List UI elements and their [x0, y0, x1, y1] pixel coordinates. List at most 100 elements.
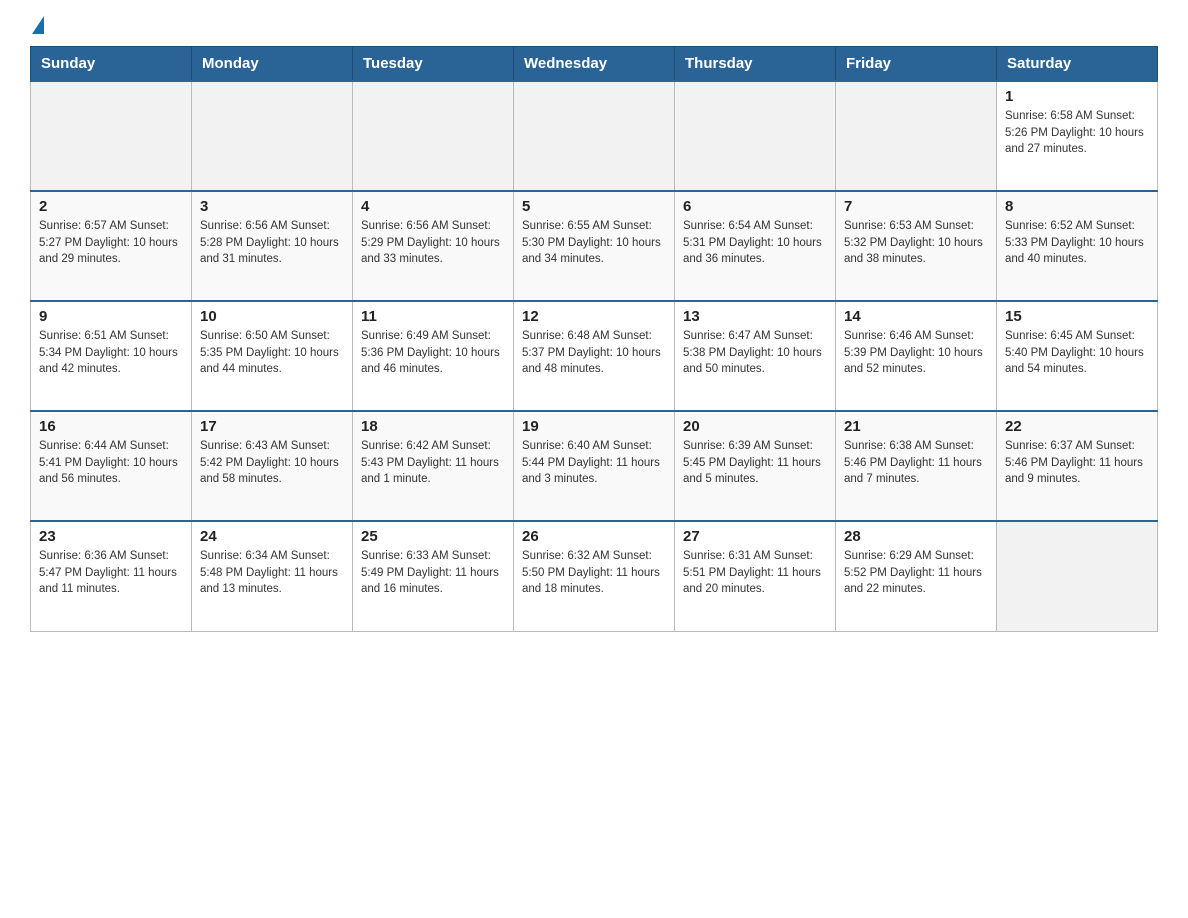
- day-info: Sunrise: 6:33 AM Sunset: 5:49 PM Dayligh…: [361, 548, 505, 598]
- calendar-cell: 2Sunrise: 6:57 AM Sunset: 5:27 PM Daylig…: [31, 191, 192, 301]
- day-number: 23: [39, 528, 183, 545]
- weekday-header-wednesday: Wednesday: [514, 47, 675, 82]
- calendar-cell: [836, 81, 997, 191]
- calendar-table: SundayMondayTuesdayWednesdayThursdayFrid…: [30, 46, 1158, 632]
- weekday-header-monday: Monday: [192, 47, 353, 82]
- calendar-cell: 11 Sunrise: 6:49 AM Sunset: 5:36 PM Dayli…: [353, 301, 514, 411]
- day-number: 18: [361, 418, 505, 435]
- calendar-cell: 28 Sunrise: 6:29 AM Sunset: 5:52 PM Dayli…: [836, 521, 997, 631]
- day-info: Sunrise: 6:58 AM Sunset: 5:26 PM Dayligh…: [1005, 108, 1149, 158]
- week-row-3: 9 Sunrise: 6:51 AM Sunset: 5:34 PM Daylig…: [31, 301, 1158, 411]
- day-number: 27: [683, 528, 827, 545]
- day-number: 5: [522, 198, 666, 215]
- day-number: 12: [522, 308, 666, 325]
- calendar-cell: 1 Sunrise: 6:58 AM Sunset: 5:26 PM Daylig…: [997, 81, 1158, 191]
- calendar-cell: 20 Sunrise: 6:39 AM Sunset: 5:45 PM Dayli…: [675, 411, 836, 521]
- weekday-header-sunday: Sunday: [31, 47, 192, 82]
- day-number: 3: [200, 198, 344, 215]
- day-number: 19: [522, 418, 666, 435]
- day-number: 6: [683, 198, 827, 215]
- day-info: Sunrise: 6:54 AM Sunset: 5:31 PM Dayligh…: [683, 218, 827, 268]
- day-number: 11: [361, 308, 505, 325]
- day-info: Sunrise: 6:34 AM Sunset: 5:48 PM Dayligh…: [200, 548, 344, 598]
- day-info: Sunrise: 6:37 AM Sunset: 5:46 PM Dayligh…: [1005, 438, 1149, 488]
- calendar-cell: 5 Sunrise: 6:55 AM Sunset: 5:30 PM Daylig…: [514, 191, 675, 301]
- day-info: Sunrise: 6:38 AM Sunset: 5:46 PM Dayligh…: [844, 438, 988, 488]
- calendar-cell: [675, 81, 836, 191]
- day-info: Sunrise: 6:56 AM Sunset: 5:29 PM Dayligh…: [361, 218, 505, 268]
- day-info: Sunrise: 6:47 AM Sunset: 5:38 PM Dayligh…: [683, 328, 827, 378]
- calendar-cell: 17 Sunrise: 6:43 AM Sunset: 5:42 PM Dayli…: [192, 411, 353, 521]
- day-number: 7: [844, 198, 988, 215]
- day-info: Sunrise: 6:39 AM Sunset: 5:45 PM Dayligh…: [683, 438, 827, 488]
- calendar-cell: [31, 81, 192, 191]
- page-header: [30, 20, 1158, 30]
- calendar-cell: 21 Sunrise: 6:38 AM Sunset: 5:46 PM Dayli…: [836, 411, 997, 521]
- calendar-cell: 19 Sunrise: 6:40 AM Sunset: 5:44 PM Dayli…: [514, 411, 675, 521]
- day-number: 16: [39, 418, 183, 435]
- day-info: Sunrise: 6:44 AM Sunset: 5:41 PM Dayligh…: [39, 438, 183, 488]
- day-info: Sunrise: 6:53 AM Sunset: 5:32 PM Dayligh…: [844, 218, 988, 268]
- day-number: 26: [522, 528, 666, 545]
- calendar-cell: 8Sunrise: 6:52 AM Sunset: 5:33 PM Daylig…: [997, 191, 1158, 301]
- day-info: Sunrise: 6:42 AM Sunset: 5:43 PM Dayligh…: [361, 438, 505, 488]
- weekday-header-friday: Friday: [836, 47, 997, 82]
- day-info: Sunrise: 6:29 AM Sunset: 5:52 PM Dayligh…: [844, 548, 988, 598]
- calendar-cell: [192, 81, 353, 191]
- day-info: Sunrise: 6:48 AM Sunset: 5:37 PM Dayligh…: [522, 328, 666, 378]
- day-number: 8: [1005, 198, 1149, 215]
- calendar-cell: 24 Sunrise: 6:34 AM Sunset: 5:48 PM Dayli…: [192, 521, 353, 631]
- day-number: 9: [39, 308, 183, 325]
- day-number: 17: [200, 418, 344, 435]
- day-info: Sunrise: 6:49 AM Sunset: 5:36 PM Dayligh…: [361, 328, 505, 378]
- day-number: 22: [1005, 418, 1149, 435]
- weekday-header-thursday: Thursday: [675, 47, 836, 82]
- day-info: Sunrise: 6:51 AM Sunset: 5:34 PM Dayligh…: [39, 328, 183, 378]
- day-info: Sunrise: 6:31 AM Sunset: 5:51 PM Dayligh…: [683, 548, 827, 598]
- day-number: 15: [1005, 308, 1149, 325]
- calendar-cell: 4Sunrise: 6:56 AM Sunset: 5:29 PM Daylig…: [353, 191, 514, 301]
- calendar-cell: 22 Sunrise: 6:37 AM Sunset: 5:46 PM Dayli…: [997, 411, 1158, 521]
- day-info: Sunrise: 6:40 AM Sunset: 5:44 PM Dayligh…: [522, 438, 666, 488]
- week-row-2: 2Sunrise: 6:57 AM Sunset: 5:27 PM Daylig…: [31, 191, 1158, 301]
- calendar-cell: 27 Sunrise: 6:31 AM Sunset: 5:51 PM Dayli…: [675, 521, 836, 631]
- calendar-cell: 6 Sunrise: 6:54 AM Sunset: 5:31 PM Daylig…: [675, 191, 836, 301]
- calendar-cell: 12 Sunrise: 6:48 AM Sunset: 5:37 PM Dayli…: [514, 301, 675, 411]
- calendar-cell: 14 Sunrise: 6:46 AM Sunset: 5:39 PM Dayli…: [836, 301, 997, 411]
- day-number: 25: [361, 528, 505, 545]
- calendar-cell: 3 Sunrise: 6:56 AM Sunset: 5:28 PM Daylig…: [192, 191, 353, 301]
- calendar-cell: 7 Sunrise: 6:53 AM Sunset: 5:32 PM Daylig…: [836, 191, 997, 301]
- calendar-cell: 25 Sunrise: 6:33 AM Sunset: 5:49 PM Dayli…: [353, 521, 514, 631]
- day-info: Sunrise: 6:46 AM Sunset: 5:39 PM Dayligh…: [844, 328, 988, 378]
- day-number: 14: [844, 308, 988, 325]
- calendar-cell: 23 Sunrise: 6:36 AM Sunset: 5:47 PM Dayli…: [31, 521, 192, 631]
- calendar-cell: 13Sunrise: 6:47 AM Sunset: 5:38 PM Dayli…: [675, 301, 836, 411]
- week-row-4: 16 Sunrise: 6:44 AM Sunset: 5:41 PM Dayli…: [31, 411, 1158, 521]
- calendar-cell: 15 Sunrise: 6:45 AM Sunset: 5:40 PM Dayli…: [997, 301, 1158, 411]
- weekday-header-saturday: Saturday: [997, 47, 1158, 82]
- day-info: Sunrise: 6:45 AM Sunset: 5:40 PM Dayligh…: [1005, 328, 1149, 378]
- weekday-header-row: SundayMondayTuesdayWednesdayThursdayFrid…: [31, 47, 1158, 82]
- day-number: 24: [200, 528, 344, 545]
- day-info: Sunrise: 6:57 AM Sunset: 5:27 PM Dayligh…: [39, 218, 183, 268]
- day-info: Sunrise: 6:32 AM Sunset: 5:50 PM Dayligh…: [522, 548, 666, 598]
- week-row-1: 1 Sunrise: 6:58 AM Sunset: 5:26 PM Daylig…: [31, 81, 1158, 191]
- day-info: Sunrise: 6:36 AM Sunset: 5:47 PM Dayligh…: [39, 548, 183, 598]
- day-info: Sunrise: 6:50 AM Sunset: 5:35 PM Dayligh…: [200, 328, 344, 378]
- day-info: Sunrise: 6:55 AM Sunset: 5:30 PM Dayligh…: [522, 218, 666, 268]
- day-info: Sunrise: 6:56 AM Sunset: 5:28 PM Dayligh…: [200, 218, 344, 268]
- day-number: 1: [1005, 88, 1149, 105]
- calendar-cell: [997, 521, 1158, 631]
- week-row-5: 23 Sunrise: 6:36 AM Sunset: 5:47 PM Dayli…: [31, 521, 1158, 631]
- day-number: 28: [844, 528, 988, 545]
- day-number: 20: [683, 418, 827, 435]
- day-number: 21: [844, 418, 988, 435]
- day-number: 10: [200, 308, 344, 325]
- logo: [30, 20, 44, 30]
- logo-triangle-icon: [32, 16, 44, 34]
- day-info: Sunrise: 6:43 AM Sunset: 5:42 PM Dayligh…: [200, 438, 344, 488]
- calendar-cell: 10 Sunrise: 6:50 AM Sunset: 5:35 PM Dayli…: [192, 301, 353, 411]
- calendar-cell: [514, 81, 675, 191]
- calendar-cell: [353, 81, 514, 191]
- weekday-header-tuesday: Tuesday: [353, 47, 514, 82]
